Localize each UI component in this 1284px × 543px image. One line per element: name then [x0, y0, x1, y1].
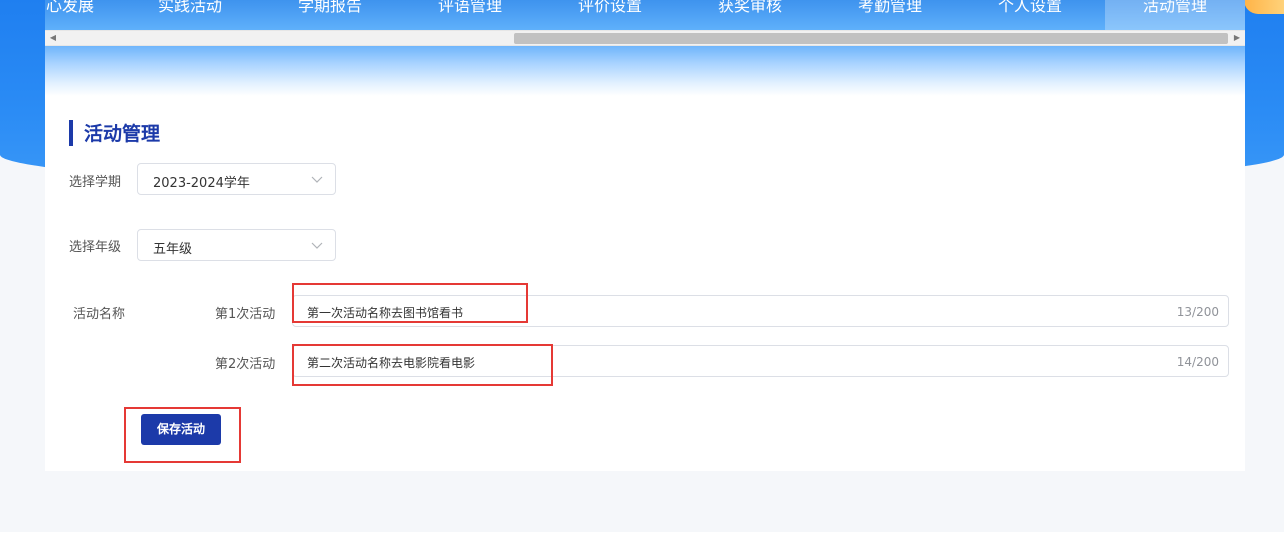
nav-item-term-report[interactable]: 学期报告: [260, 0, 400, 30]
chevron-down-icon: [311, 242, 323, 249]
nav-item-award-review[interactable]: 获奖审核: [680, 0, 820, 30]
grade-label: 选择年级: [69, 240, 122, 255]
page-footer-area: [0, 532, 1284, 543]
term-select-value: 2023-2024学年: [153, 176, 250, 191]
activity-1-char-count: 13/200: [1176, 305, 1219, 319]
main-container: 心发展 实践活动 学期报告 评语管理 评价设置 获奖审核 考勤管理 个人设置 活…: [45, 0, 1245, 471]
scroll-right-icon[interactable]: ▶: [1229, 31, 1245, 45]
activity-1-label: 第1次活动: [215, 307, 276, 322]
title-accent-bar: [69, 120, 73, 146]
nav-item-activity-management[interactable]: 活动管理: [1105, 0, 1245, 30]
highlight-box-activity-2: [292, 344, 553, 386]
scrollbar-thumb[interactable]: [514, 33, 1228, 44]
term-select[interactable]: 2023-2024学年: [137, 163, 336, 195]
nav-item-personal-settings[interactable]: 个人设置: [960, 0, 1100, 30]
scroll-left-icon[interactable]: ◀: [45, 31, 61, 45]
nav-item-comments[interactable]: 评语管理: [400, 0, 540, 30]
top-nav: 心发展 实践活动 学期报告 评语管理 评价设置 获奖审核 考勤管理 个人设置 活…: [45, 0, 1245, 30]
grade-select-value: 五年级: [153, 242, 193, 257]
horizontal-scrollbar[interactable]: ◀ ▶: [45, 30, 1245, 46]
page-title: 活动管理: [84, 123, 161, 145]
term-label: 选择学期: [69, 175, 122, 190]
header-decoration: [1244, 0, 1284, 14]
banner-fade: [45, 46, 1245, 96]
grade-select[interactable]: 五年级: [137, 229, 336, 261]
activity-name-label: 活动名称: [73, 307, 126, 322]
highlight-box-save: [124, 407, 241, 463]
chevron-down-icon: [311, 176, 323, 183]
nav-item-practice[interactable]: 实践活动: [120, 0, 260, 30]
activity-2-label: 第2次活动: [215, 357, 276, 372]
nav-item-attendance[interactable]: 考勤管理: [820, 0, 960, 30]
highlight-box-activity-1: [292, 283, 528, 323]
activity-2-char-count: 14/200: [1176, 355, 1219, 369]
nav-item-evaluation-settings[interactable]: 评价设置: [540, 0, 680, 30]
